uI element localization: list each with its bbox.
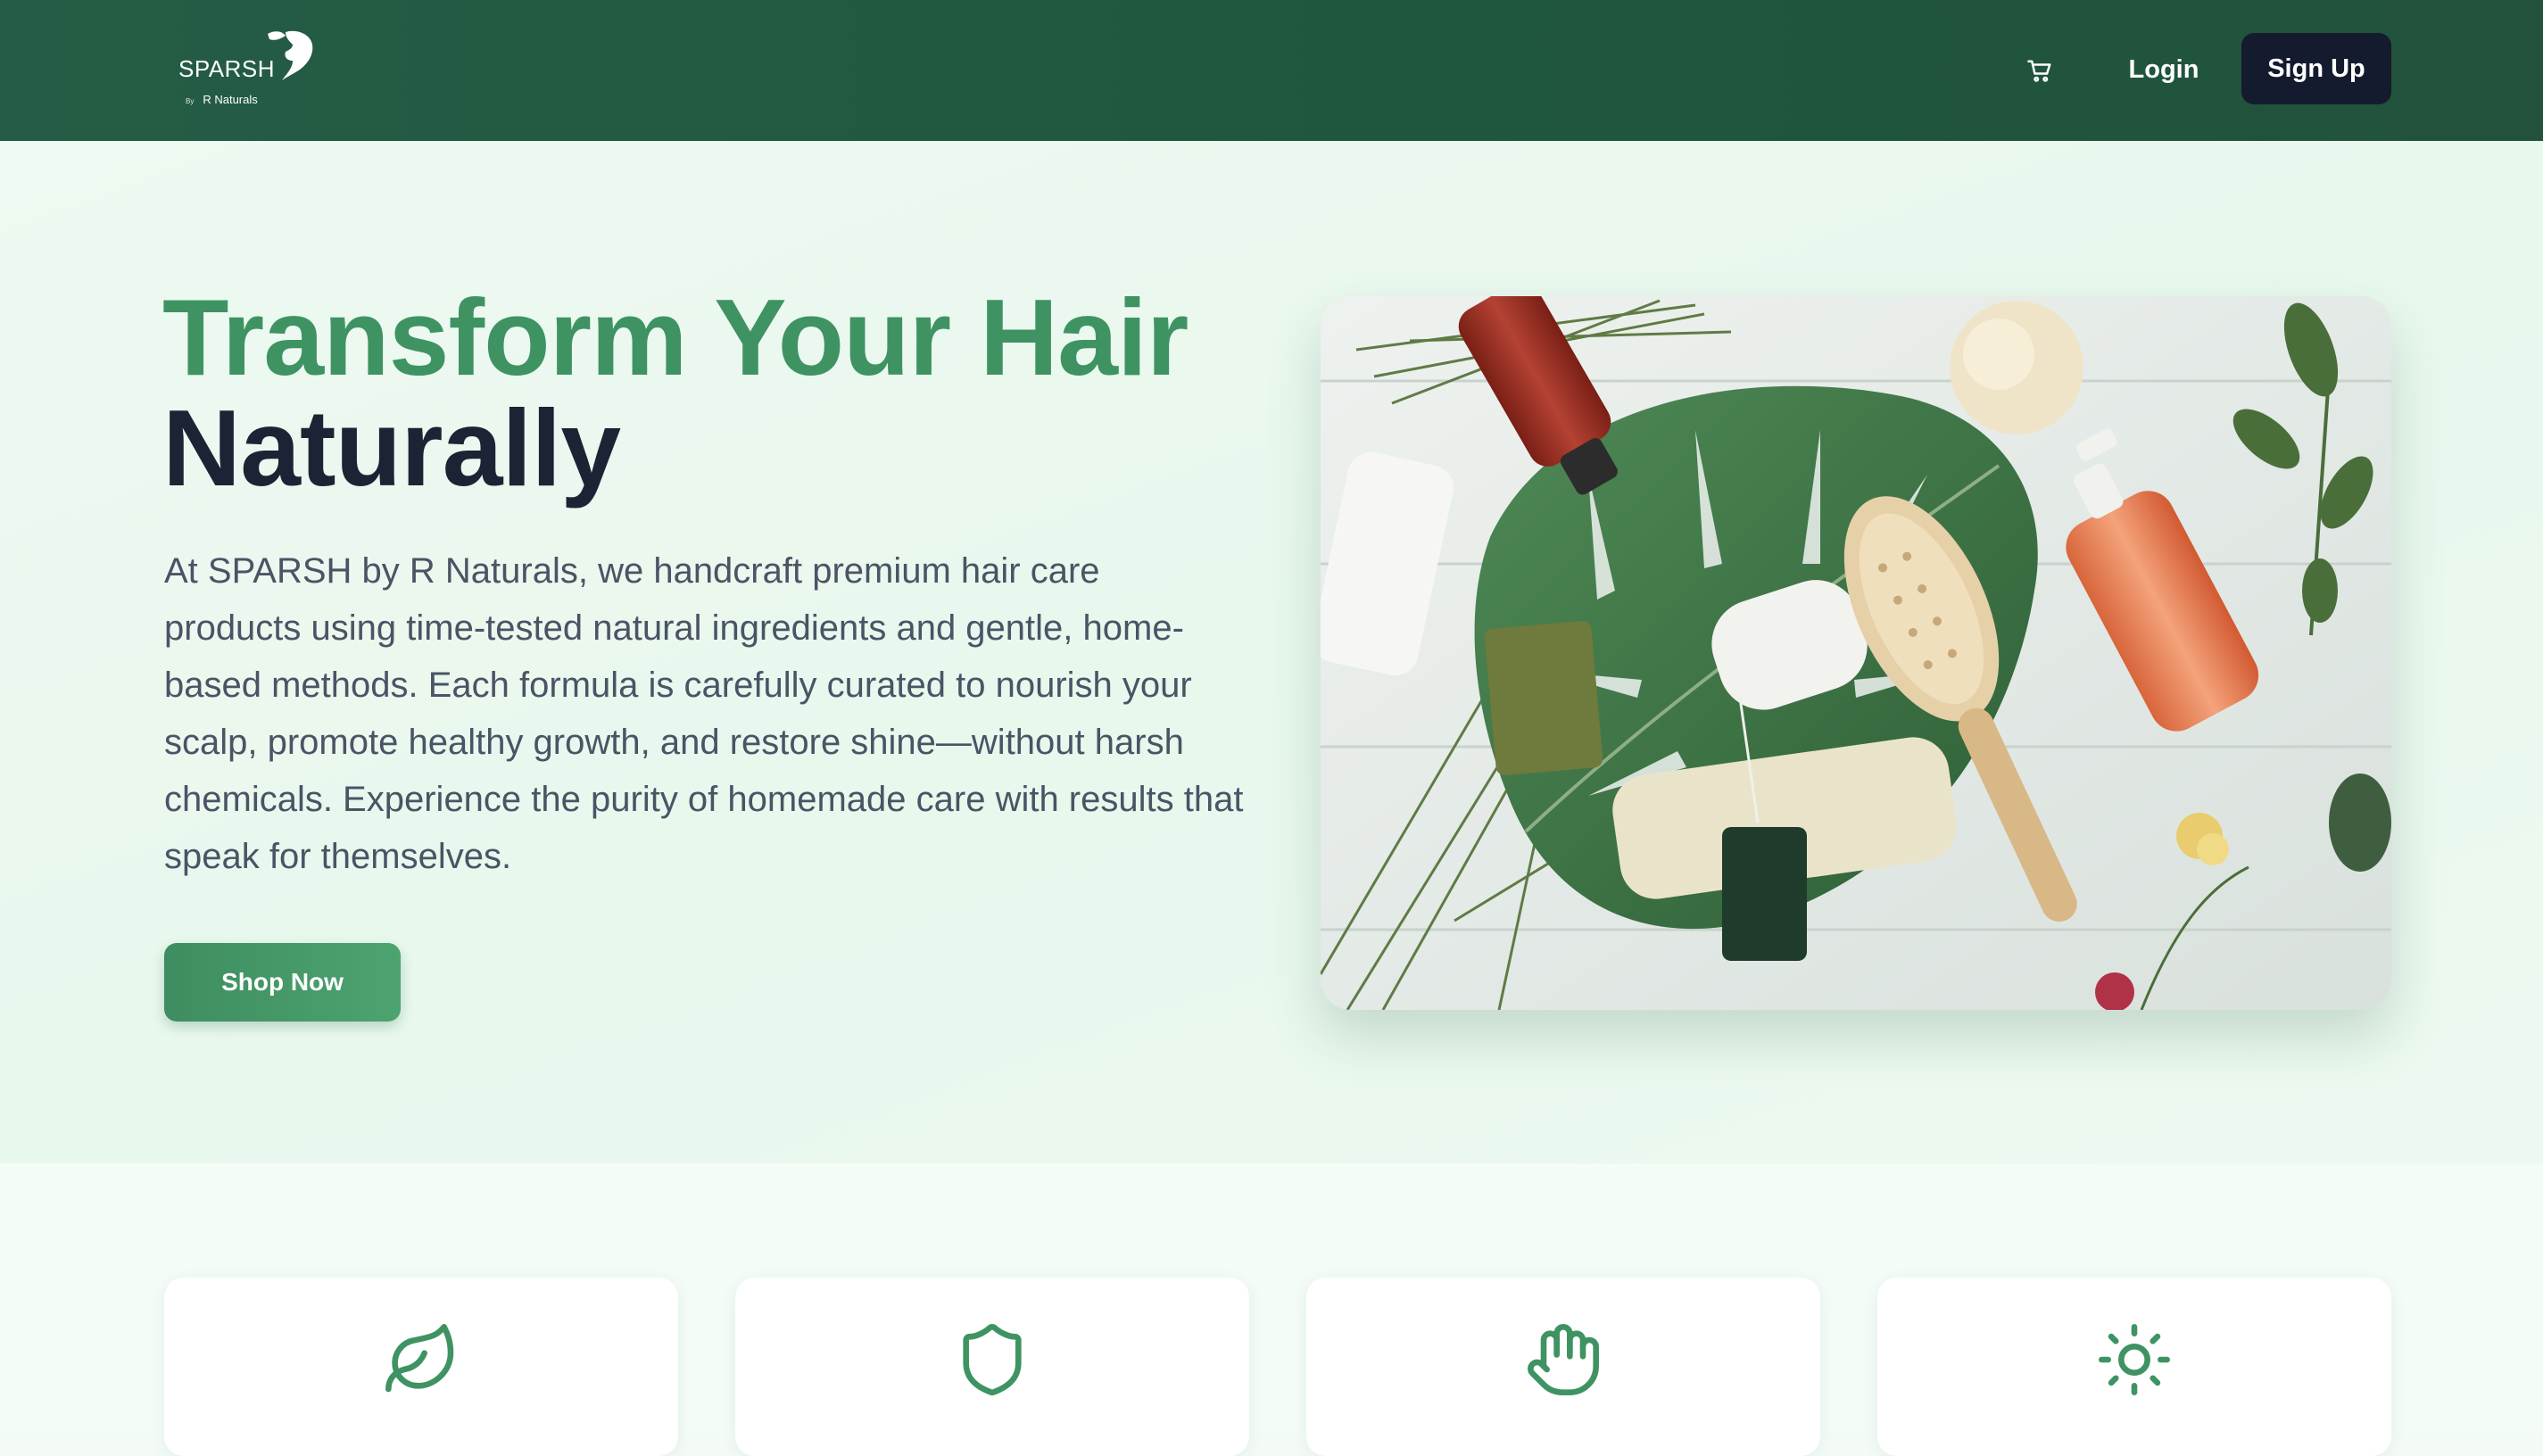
shield-icon: [963, 1324, 1022, 1396]
hair-care-products-illustration: [1321, 296, 2391, 1010]
feature-icon-wrap: [1524, 1320, 1603, 1399]
signup-button[interactable]: Sign Up: [2241, 33, 2391, 104]
feature-icon-wrap: [382, 1320, 460, 1399]
feature-icon-wrap: [2095, 1320, 2174, 1399]
feature-icon-wrap: [953, 1320, 1031, 1399]
cart-button[interactable]: [2018, 50, 2061, 93]
hero-product-image: [1321, 296, 2391, 1010]
hero-title: Transform Your Hair Naturally: [162, 282, 1322, 503]
logo-leaf-face-icon: [268, 30, 313, 80]
hero-title-line1: Transform Your Hair: [162, 277, 1189, 398]
feature-card-handmade: [1306, 1278, 1820, 1456]
shop-now-button[interactable]: Shop Now: [164, 943, 401, 1022]
sun-icon: [2099, 1324, 2170, 1395]
hand-icon: [1528, 1324, 1599, 1395]
feature-card-safe: [735, 1278, 1249, 1456]
cart-icon: [2027, 60, 2051, 82]
leaf-icon: [385, 1324, 454, 1393]
feature-card-natural: [164, 1278, 678, 1456]
feature-card-shine: [1877, 1278, 2391, 1456]
hero-description: At SPARSH by R Naturals, we handcraft pr…: [164, 551, 1244, 876]
top-navbar: SPARSH By R Naturals Login Sign Up: [0, 0, 2543, 141]
brand-logo[interactable]: SPARSH By R Naturals: [175, 29, 318, 114]
hero-title-line2: Naturally: [162, 387, 621, 509]
login-button[interactable]: Login: [2115, 34, 2213, 105]
logo-subtitle: By R Naturals: [186, 93, 258, 106]
